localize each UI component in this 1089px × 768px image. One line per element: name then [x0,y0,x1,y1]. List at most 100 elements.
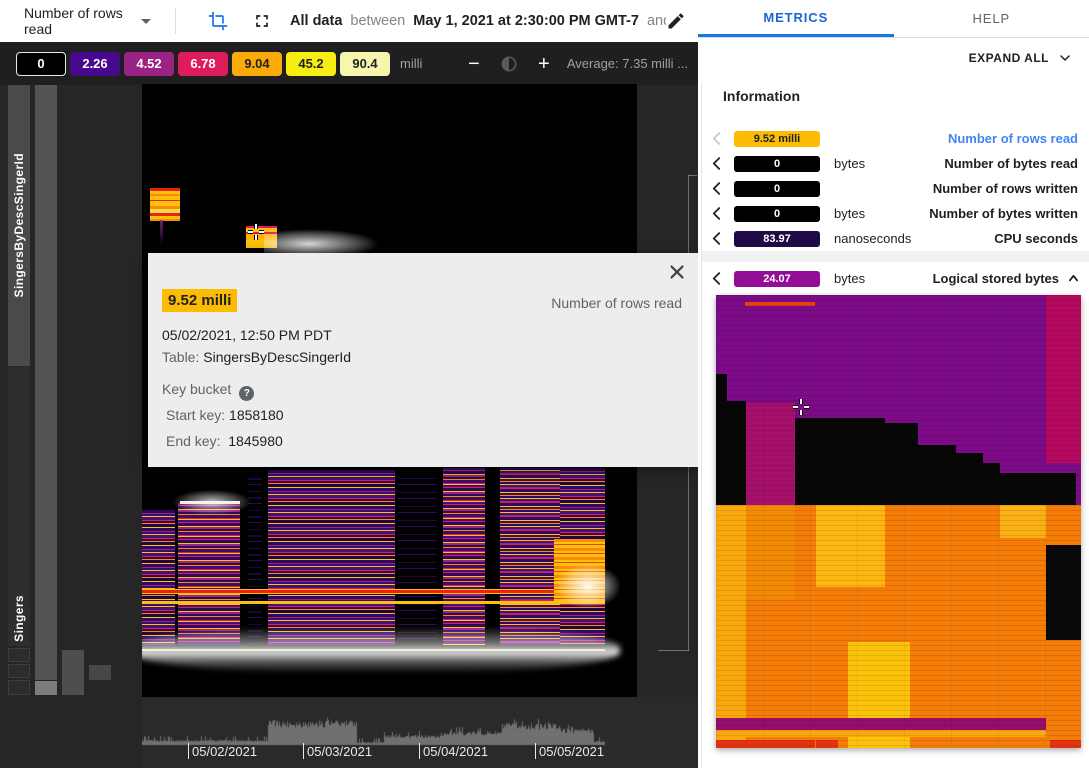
time-range-text: All data between May 1, 2021 at 2:30:00 … [290,13,666,29]
fullscreen-icon[interactable] [252,11,272,31]
heatmap-effect [540,552,620,614]
table-label-vertical: SingersByDescSingerId [12,153,26,297]
metric-label[interactable]: Number of bytes written [929,206,1078,221]
tab-metrics[interactable]: METRICS [698,0,894,37]
metric-label[interactable]: Number of bytes read [944,156,1078,171]
tab-help[interactable]: HELP [894,0,1089,37]
keyspace-box [8,680,30,695]
information-heading: Information [723,88,800,104]
metric-value-pill: 0 [734,156,820,172]
overview-bracket-bottom [658,650,689,651]
chevron-down-icon [1057,50,1073,66]
legend-bucket: 6.78 [178,52,228,76]
metrics-panel: METRICS HELP EXPAND ALL Information 9.52… [698,0,1089,768]
minimap-rect [716,730,1046,737]
expand-all-button[interactable]: EXPAND ALL [969,50,1073,66]
minimap-rect [1046,545,1081,640]
tooltip-value-chip: 9.52 milli [162,289,237,312]
heatmap-effect [160,220,163,246]
metric-row: 0 bytesNumber of bytes read [712,151,1078,176]
heatmap-effect [142,649,605,651]
table-strip-singersbydesc[interactable]: SingersByDescSingerId [8,85,30,366]
panel-tabbar: METRICS HELP [698,0,1089,38]
chevron-down-icon [141,19,151,24]
tooltip-key-bucket-line: Key bucket? [162,381,254,401]
crop-icon[interactable] [208,11,228,31]
tooltip-start-key: Start key: 1858180 [166,407,284,423]
timeline-date-label: 05/03/2021 [307,744,372,759]
metric-dropdown-label: Number of rows read [24,5,131,37]
metric-row: 0bytesNumber of bytes written [712,201,1078,226]
close-icon[interactable] [666,261,688,283]
chevron-left-icon[interactable] [712,157,726,170]
heatmap-hot-cluster [150,188,180,221]
edit-pencil-icon[interactable] [666,11,686,31]
heatmap-stripe-column [142,510,175,645]
heatmap-effect [142,601,605,604]
metric-unit: bytes [834,156,944,171]
color-legend: 02.264.526.789.0445.290.4 [16,52,394,76]
metric-label[interactable]: CPU seconds [994,231,1078,246]
chevron-left-icon[interactable] [712,207,726,220]
chevron-left-icon[interactable] [712,232,726,245]
logical-stored-bytes-row: 24.07 bytesLogical stored bytes [712,266,1078,291]
timeline-tick [419,743,420,759]
brightness-plus-button[interactable]: + [533,54,555,74]
keyspace-block [89,665,111,680]
metric-row: 9.52 milli Number of rows read [712,126,1078,151]
legend-bucket: 4.52 [124,52,174,76]
divider [701,83,702,768]
metric-value-pill: 9.52 milli [734,131,820,147]
timeline-date-label: 05/04/2021 [423,744,488,759]
chevron-left-icon[interactable] [712,272,726,285]
timeline-date-label: 05/05/2021 [539,744,604,759]
metric-row: 24.07 bytesLogical stored bytes [712,266,1078,291]
key-visualizer-app: Number of rows read All data between May… [0,0,1089,768]
heatmap-effect [142,589,605,594]
legend-bucket: 0 [16,52,66,76]
metric-value-pill: 24.07 [734,271,820,287]
metric-label[interactable]: Logical stored bytes [933,271,1059,286]
chevron-left-icon[interactable] [712,182,726,195]
top-bar: Number of rows read All data between May… [0,0,698,42]
average-label: Average: 7.35 milli ... [567,56,688,71]
brightness-minus-button[interactable]: − [463,54,485,74]
contrast-icon[interactable] [499,54,519,74]
minimap-rect [956,453,983,505]
metric-value-pill: 83.97 [734,231,820,247]
table-label-vertical: Singers [12,595,26,642]
metric-label[interactable]: Number of rows written [933,181,1078,196]
table-strip-singers[interactable]: Singers [8,367,30,646]
chevron-left-icon[interactable] [712,132,726,145]
metric-row: 83.97 nanosecondsCPU seconds [712,226,1078,251]
tooltip-datetime: 05/02/2021, 12:50 PM PDT [162,327,332,343]
minimap-rect [716,505,746,748]
heatmap-stripe-column [443,468,485,645]
legend-bucket: 2.26 [70,52,120,76]
metric-unit: nanoseconds [834,231,994,246]
minimap-rect [983,463,1000,505]
minimap-rect [746,505,795,598]
help-icon[interactable]: ? [239,386,254,401]
metric-label[interactable]: Number of rows read [948,131,1078,146]
legend-toolbar: 02.264.526.789.0445.290.4 milli − + Aver… [0,42,698,85]
minimap-rect [816,505,885,587]
logical-stored-bytes-heatmap[interactable] [716,295,1081,748]
metric-unit: bytes [834,271,933,286]
metric-rows: 9.52 milliNumber of rows read0bytesNumbe… [712,126,1078,251]
legend-bucket: 90.4 [340,52,390,76]
minimap-rect [1000,505,1046,538]
minimap-rect [816,740,838,748]
heatmap-stripe-column [398,478,437,645]
timeline-date-label: 05/02/2021 [192,744,257,759]
minimap-rect [716,740,815,748]
timeline-brush[interactable]: 05/02/2021 05/03/2021 05/04/2021 05/05/2021 [142,697,698,768]
metric-dropdown[interactable]: Number of rows read [24,5,151,37]
tooltip-end-key: End key: 1845980 [166,433,283,449]
minimap-rect [1000,473,1076,505]
metric-value-pill: 0 [734,206,820,222]
heatmap-effect [180,501,240,504]
tooltip-metric-name: Number of rows read [551,295,682,311]
chevron-up-icon[interactable] [1069,272,1078,285]
overview-bracket-top [688,175,697,176]
